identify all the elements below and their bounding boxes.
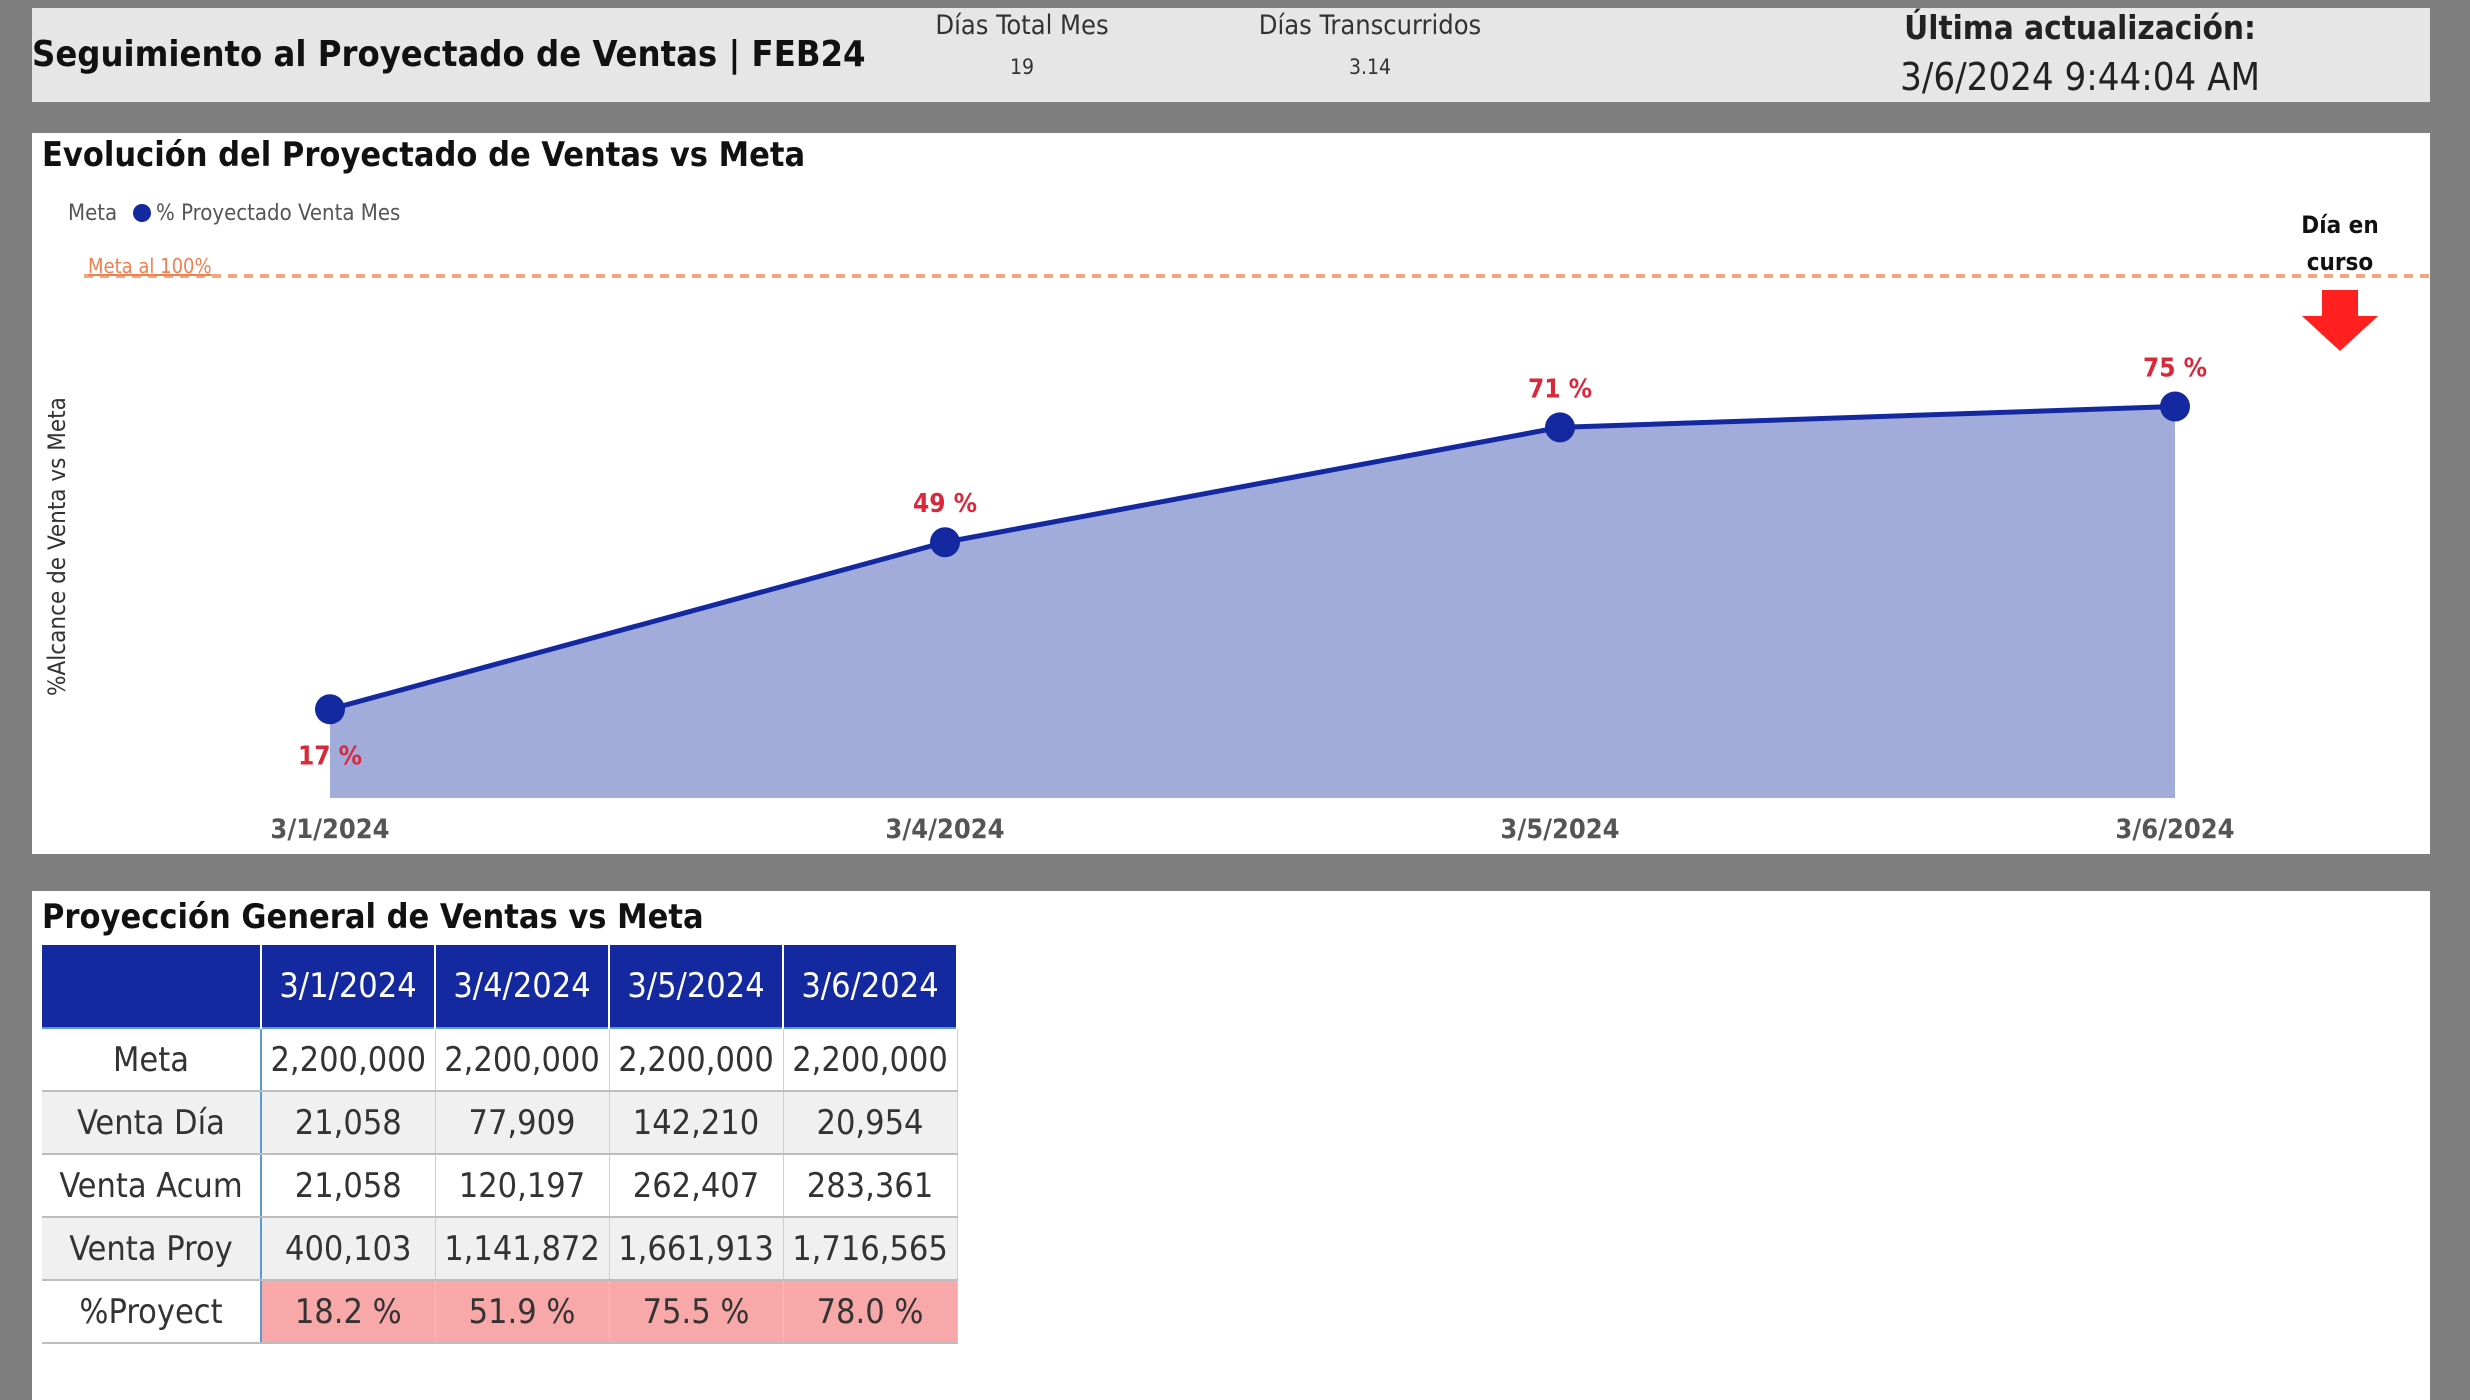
row-label: Venta Día: [42, 1091, 262, 1155]
last-update: Última actualización: 3/6/2024 9:44:04 A…: [1900, 8, 2260, 99]
table-row-venta-proy: Venta Proy 400,103 1,141,872 1,661,913 1…: [42, 1217, 958, 1281]
series-area: [330, 406, 2175, 798]
row-label: Venta Proy: [42, 1217, 262, 1281]
header-bar: Seguimiento al Proyectado de Ventas | FE…: [32, 8, 2430, 102]
table-cell-highlight: 51.9 %: [435, 1280, 610, 1344]
data-point[interactable]: [1545, 412, 1575, 443]
kpi-dias-transcurridos-value: 3.14: [1348, 55, 1392, 79]
row-label: Venta Acum: [42, 1154, 262, 1218]
table-row-meta: Meta 2,200,000 2,200,000 2,200,000 2,200…: [42, 1027, 958, 1092]
page-title: Seguimiento al Proyectado de Ventas | FE…: [32, 34, 866, 75]
table-cell: 21,058: [261, 1154, 436, 1218]
kpi-dias-total: Días Total Mes 19: [852, 10, 1192, 79]
legend-series-marker: [133, 204, 151, 222]
y-axis-label: %Alcance de Venta vs Meta: [43, 397, 71, 696]
x-tick-label: 3/5/2024: [1500, 814, 1619, 845]
last-update-label: Última actualización:: [1904, 8, 2256, 47]
chart-panel: Evolución del Proyectado de Ventas vs Me…: [32, 133, 2430, 854]
table-row-venta-acum: Venta Acum 21,058 120,197 262,407 283,36…: [42, 1154, 958, 1218]
table-cell: 1,661,913: [609, 1217, 784, 1281]
table-cell: 262,407: [609, 1154, 784, 1218]
table-panel: Proyección General de Ventas vs Meta 3/1…: [32, 891, 2430, 1400]
data-label: 71 %: [1528, 374, 1592, 404]
table-cell: 21,058: [261, 1091, 436, 1155]
table-row-venta-dia: Venta Día 21,058 77,909 142,210 20,954: [42, 1091, 958, 1155]
data-point[interactable]: [2160, 391, 2190, 422]
data-point[interactable]: [315, 694, 345, 725]
x-tick-label: 3/4/2024: [885, 814, 1004, 845]
legend-meta-label[interactable]: Meta: [68, 201, 117, 226]
area-chart: Meta % Proyectado Venta Mes %Alcance de …: [43, 201, 2430, 845]
last-update-value: 3/6/2024 9:44:04 AM: [1900, 55, 2260, 99]
table-cell: 120,197: [435, 1154, 610, 1218]
table-cell: 1,716,565: [783, 1217, 958, 1281]
data-label: 75 %: [2143, 354, 2207, 384]
table-cell: 20,954: [783, 1091, 958, 1155]
table-cell: 142,210: [609, 1091, 784, 1155]
table-cell: 1,141,872: [435, 1217, 610, 1281]
legend-series-label[interactable]: % Proyectado Venta Mes: [156, 201, 400, 226]
table-cell-highlight: 18.2 %: [261, 1280, 436, 1344]
table-cell: 400,103: [261, 1217, 436, 1281]
kpi-dias-transcurridos: Días Transcurridos 3.14: [1200, 10, 1540, 79]
data-label: 49 %: [913, 489, 977, 519]
table-cell: 2,200,000: [609, 1027, 784, 1092]
table-cell-highlight: 75.5 %: [609, 1280, 784, 1344]
row-label: %Proyect: [42, 1280, 262, 1344]
column-header[interactable]: 3/4/2024: [435, 945, 610, 1028]
sales-projection-table: 3/1/2024 3/4/2024 3/5/2024 3/6/2024 Meta…: [42, 945, 958, 1344]
data-point[interactable]: [930, 527, 960, 558]
table-title: Proyección General de Ventas vs Meta: [42, 897, 704, 937]
column-header[interactable]: 3/1/2024: [261, 945, 436, 1028]
x-tick-label: 3/6/2024: [2115, 814, 2234, 845]
table-cell: 2,200,000: [435, 1027, 610, 1092]
kpi-dias-total-value: 19: [1009, 55, 1035, 79]
row-label: Meta: [42, 1027, 262, 1092]
table-cell: 2,200,000: [261, 1027, 436, 1092]
current-day-label-1: Día en: [2301, 211, 2378, 239]
kpi-dias-total-label: Días Total Mes: [935, 10, 1109, 41]
meta-reference-label: Meta al 100%: [88, 254, 212, 278]
x-tick-label: 3/1/2024: [270, 814, 389, 845]
table-cell: 2,200,000: [783, 1027, 958, 1092]
table-cell: 77,909: [435, 1091, 610, 1155]
column-header[interactable]: 3/6/2024: [783, 945, 958, 1028]
table-cell-highlight: 78.0 %: [783, 1280, 958, 1344]
table-header-row: 3/1/2024 3/4/2024 3/5/2024 3/6/2024: [42, 945, 958, 1028]
kpi-dias-transcurridos-label: Días Transcurridos: [1258, 10, 1482, 41]
table-row-pct-proyect: %Proyect 18.2 % 51.9 % 75.5 % 78.0 %: [42, 1280, 958, 1344]
arrow-down-icon: [2302, 290, 2378, 351]
current-day-label-2: curso: [2307, 248, 2374, 276]
table-header-corner: [42, 945, 262, 1028]
column-header[interactable]: 3/5/2024: [609, 945, 784, 1028]
data-label: 17 %: [298, 741, 362, 771]
table-cell: 283,361: [783, 1154, 958, 1218]
